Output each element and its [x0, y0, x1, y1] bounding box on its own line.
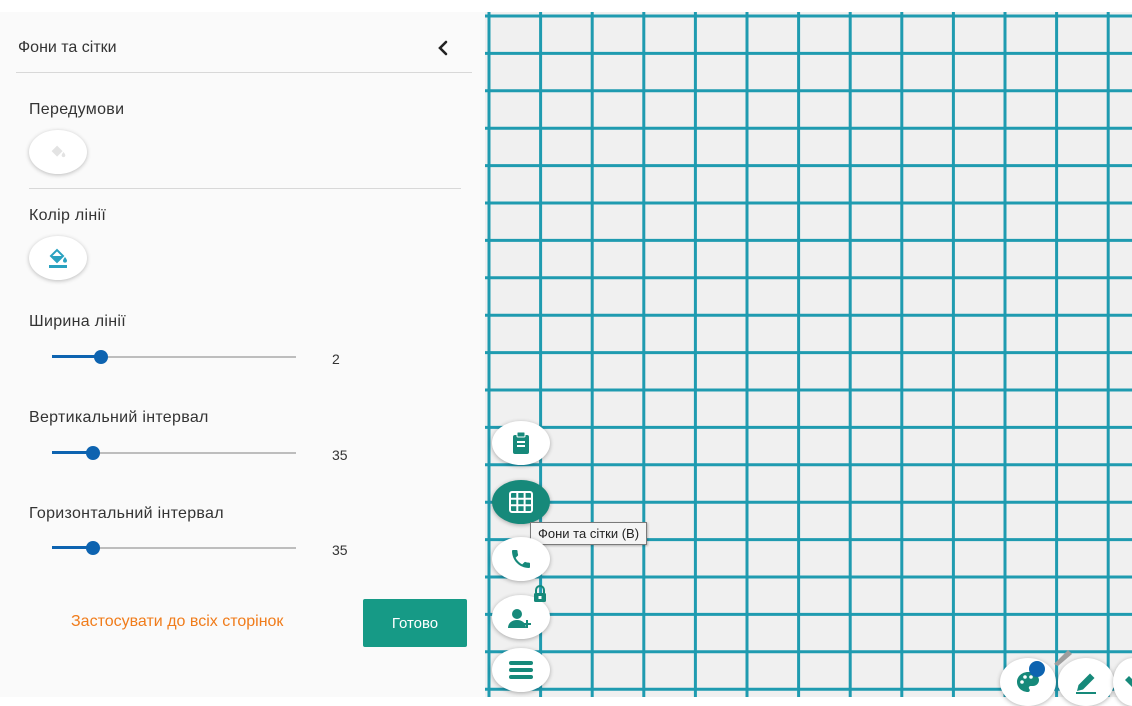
grid-lines: [485, 12, 1132, 697]
horizontal-interval-label: Горизонтальний інтервал: [29, 505, 224, 522]
chevron-left-icon: [438, 40, 448, 56]
notes-button[interactable]: [492, 421, 550, 465]
backgrounds-grids-button[interactable]: [492, 480, 550, 524]
vertical-interval-slider[interactable]: [52, 443, 296, 463]
clipboard-icon: [513, 431, 529, 454]
line-color-button[interactable]: [29, 236, 87, 280]
grid-icon: [509, 491, 533, 513]
collapse-panel-button[interactable]: [432, 36, 454, 60]
slider-thumb[interactable]: [86, 446, 101, 460]
add-user-lock-icon: [508, 609, 531, 628]
color-dot-icon: [1029, 661, 1045, 677]
phone-icon: [512, 550, 530, 568]
vertical-interval-value: 35: [332, 447, 348, 463]
section-divider: [29, 188, 461, 189]
backgrounds-label: Передумови: [29, 101, 125, 118]
slider-thumb[interactable]: [86, 541, 101, 555]
line-width-value: 2: [332, 351, 340, 367]
lock-icon: [534, 585, 546, 602]
slider-thumb[interactable]: [93, 350, 108, 364]
backgrounds-button[interactable]: [29, 130, 87, 174]
pen-icon: [1076, 673, 1096, 694]
eraser-icon: [1125, 676, 1132, 687]
call-button[interactable]: [492, 537, 550, 581]
paint-bucket-icon: [51, 145, 66, 158]
panel-title: Фони та сітки: [18, 39, 117, 56]
apply-to-all-pages-link[interactable]: Застосувати до всіх сторінок: [71, 613, 283, 631]
menu-button[interactable]: [492, 648, 550, 692]
horizontal-interval-value: 35: [332, 542, 348, 558]
pen-tip-icon: [1054, 650, 1072, 666]
tooltip: Фони та сітки (B): [530, 522, 648, 545]
done-button[interactable]: Готово: [363, 599, 467, 647]
line-width-label: Ширина лінії: [29, 313, 126, 330]
title-divider: [16, 72, 472, 73]
whiteboard-canvas[interactable]: [485, 12, 1132, 697]
line-color-label: Колір лінії: [29, 207, 107, 224]
top-strip: [0, 0, 1132, 12]
menu-icon: [509, 661, 533, 679]
backgrounds-grids-panel: Фони та сітки Передумови Колір лінії Шир…: [0, 12, 485, 697]
paint-bucket-underline-icon: [49, 248, 67, 268]
horizontal-interval-slider[interactable]: [52, 538, 296, 558]
vertical-interval-label: Вертикальний інтервал: [29, 409, 209, 426]
line-width-slider[interactable]: [52, 347, 296, 367]
